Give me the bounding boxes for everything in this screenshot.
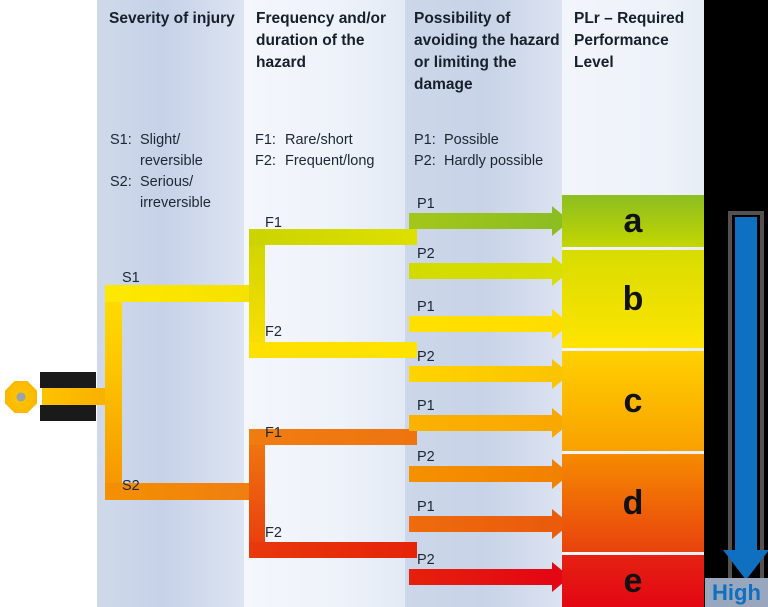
risk-level-high-label: High — [705, 578, 768, 607]
legend-text-s1: Slight/ reversible — [140, 132, 203, 169]
label-s2-f1: F1 — [265, 425, 282, 441]
legend-text-s2: Serious/ irreversible — [140, 173, 211, 211]
label-p2-d: P2 — [417, 449, 435, 465]
header-possibility: Possibility of avoiding the hazard or li… — [414, 10, 560, 93]
plr-label-d: d — [622, 483, 644, 522]
label-p2-b: P2 — [417, 246, 435, 262]
branch-severity-spine — [105, 285, 122, 500]
header-severity: Severity of injury — [109, 10, 235, 27]
plr-block-b[interactable]: b — [562, 250, 704, 348]
arrow-shaft — [409, 516, 552, 532]
column-panel-frequency — [244, 0, 405, 607]
risk-arrow-shaft — [735, 217, 757, 557]
label-p1-c: P1 — [417, 398, 435, 414]
legend-item-p1: P1: Possible — [414, 130, 564, 151]
label-p1-d: P1 — [417, 499, 435, 515]
branch-s1-f1 — [249, 229, 417, 245]
legend-text-f2: Frequent/long — [285, 152, 375, 169]
plr-block-e[interactable]: e — [562, 555, 704, 607]
branch-s1-frequency-spine — [249, 229, 265, 358]
plr-label-e: e — [623, 561, 643, 600]
branch-s2-f2 — [249, 542, 417, 558]
legend-code-s1: S1: — [110, 132, 132, 148]
label-s2: S2 — [122, 478, 140, 494]
label-p1-b: P1 — [417, 299, 435, 315]
arrow-shaft — [409, 569, 552, 585]
plr-label-b: b — [622, 279, 644, 318]
branch-s1 — [105, 285, 257, 302]
label-s1: S1 — [122, 270, 140, 286]
legend-code-f1: F1: — [255, 132, 276, 148]
legend-code-p2: P2: — [414, 152, 436, 169]
arrow-shaft — [409, 263, 552, 279]
plr-block-c[interactable]: c — [562, 351, 704, 451]
legend-item-f1: F1: Rare/short — [255, 130, 405, 151]
legend-item-s1: S1: Slight/ reversible — [110, 130, 242, 172]
start-label-block-top — [40, 372, 96, 388]
legend-code-s2: S2: — [110, 173, 132, 190]
plr-block-a[interactable]: a — [562, 195, 704, 247]
start-node-icon — [5, 381, 37, 413]
plr-label-c: c — [623, 381, 643, 420]
legend-possibility: P1: Possible P2: Hardly possible — [414, 130, 564, 172]
legend-item-p2: P2: Hardly possible — [414, 151, 564, 172]
risk-arrow-down-icon — [723, 550, 768, 580]
legend-text-p2: Hardly possible — [444, 152, 544, 169]
legend-severity: S1: Slight/ reversible S2: Serious/ irreve… — [110, 130, 242, 214]
legend-item-f2: F2: Frequent/long — [255, 151, 405, 172]
plr-block-d[interactable]: d — [562, 454, 704, 552]
label-s1-f2: F2 — [265, 324, 282, 340]
arrow-shaft — [409, 466, 552, 482]
legend-frequency: F1: Rare/short F2: Frequent/long — [255, 130, 405, 172]
arrow-shaft — [409, 366, 552, 382]
label-s2-f2: F2 — [265, 525, 282, 541]
start-label-block-bottom — [40, 405, 96, 421]
plr-label-a: a — [623, 201, 643, 240]
arrow-shaft — [409, 213, 552, 229]
legend-text-p1: Possible — [444, 132, 499, 148]
tree-trunk — [42, 388, 108, 405]
arrow-shaft — [409, 316, 552, 332]
label-p2-c: P2 — [417, 349, 435, 365]
legend-code-f2: F2: — [255, 152, 276, 169]
header-plr: PLr – Required Performance Level — [574, 10, 685, 71]
branch-s2-frequency-spine — [249, 429, 265, 558]
label-s1-f1: F1 — [265, 215, 282, 231]
label-p2-e: P2 — [417, 552, 435, 568]
legend-text-f1: Rare/short — [285, 132, 353, 148]
label-p1-a: P1 — [417, 196, 435, 212]
legend-item-s2: S2: Serious/ irreversible — [110, 172, 242, 214]
arrow-shaft — [409, 415, 552, 431]
legend-code-p1: P1: — [414, 132, 436, 148]
branch-s1-f2 — [249, 342, 417, 358]
header-frequency: Frequency and/or duration of the hazard — [256, 10, 387, 71]
